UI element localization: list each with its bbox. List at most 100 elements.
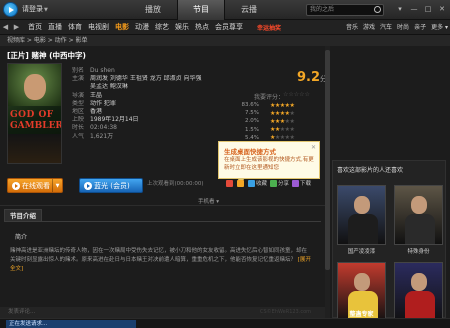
maximize-icon[interactable]: □ — [422, 3, 434, 15]
tooltip-close-icon[interactable]: ✕ — [311, 144, 316, 151]
info-key: 导演 — [72, 91, 85, 99]
nav-anime[interactable]: 动漫 — [135, 22, 149, 32]
menu-icon[interactable]: ▾ — [394, 3, 406, 15]
app-logo-icon[interactable] — [3, 2, 18, 17]
recommendation-caption[interactable]: 特殊身份 — [394, 247, 443, 255]
rating-percent: 1.5% — [245, 126, 259, 133]
recommendations-panel: 喜欢这部影片的人还喜欢 国产凌凌漆特殊身份整蛊专家整蛊专家省港旗兵系列 — [332, 160, 446, 328]
movie-poster[interactable]: GOD OF GAMBLERS — [7, 63, 62, 164]
info-row: 地区 香港 — [72, 108, 202, 116]
recommendation-poster[interactable] — [394, 262, 443, 322]
info-key: 上映 — [72, 116, 85, 124]
nav-variety[interactable]: 综艺 — [155, 22, 169, 32]
info-value[interactable]: 1,621万 — [90, 133, 113, 140]
rate-label: 我要评分： — [254, 94, 285, 101]
rating-row: 1.5% ★★★★★ — [231, 126, 316, 134]
poster-title-line-2: GAMBLERS — [10, 121, 61, 131]
breadcrumb[interactable]: 视频库 > 电影 > 动作 > 影单 — [0, 35, 450, 46]
info-key: 主演 — [72, 75, 85, 83]
nav-fashion[interactable]: 时尚 — [397, 22, 409, 31]
tab-programs[interactable]: 节目 — [177, 0, 225, 20]
nav-home[interactable]: 首页 — [28, 22, 42, 32]
info-key: 人气 — [72, 132, 85, 140]
info-value[interactable]: 周润发 刘德华 王祖贤 龙方 邱淑贞 向华强 张敏 — [90, 75, 202, 82]
rating-percent: 5.4% — [245, 134, 259, 141]
poster-face — [411, 196, 427, 214]
nav-vip[interactable]: 会员尊享 — [215, 22, 243, 32]
info-row: 类型 动作 犯罪 — [72, 100, 202, 108]
watermark: CS©EhWeR123.com — [260, 309, 312, 315]
rating-row: 7.5% ★★★★★ — [231, 109, 316, 117]
lottery-ad-link[interactable]: 幸运抽奖 — [257, 23, 281, 32]
desktop-shortcut-icon[interactable] — [226, 179, 233, 187]
recommendation-poster[interactable] — [394, 185, 443, 245]
synopsis-heading: 简介 — [15, 234, 28, 241]
nav-hot[interactable]: 热点 — [195, 22, 209, 32]
info-value[interactable]: Du shen — [90, 67, 115, 74]
watch-online-button[interactable]: 在线观看 ▼ — [7, 178, 63, 193]
chevron-down-icon[interactable]: ▼ — [52, 179, 62, 192]
info-value[interactable]: 香港 — [90, 108, 102, 115]
info-value[interactable]: 动作 犯罪 — [90, 100, 116, 107]
tab-program-intro[interactable]: 节目介绍 — [4, 209, 42, 221]
weibo-icon[interactable] — [237, 179, 244, 187]
nav-live[interactable]: 直播 — [48, 22, 62, 32]
info-value[interactable]: 王晶 — [90, 92, 102, 99]
favorite-button[interactable]: 收藏 — [248, 179, 267, 187]
nav-movies[interactable]: 电影 — [115, 22, 129, 32]
tab-play[interactable]: 播放 — [129, 0, 177, 20]
share-icon — [270, 180, 278, 187]
scrollbar-thumb[interactable] — [325, 50, 330, 270]
recommendation-caption[interactable]: 国产凌凌漆 — [337, 247, 386, 255]
shortcut-tooltip: 生成桌面快捷方式 在桌面上生成该影视的快捷方式,有更新时立即在这里通知您 ✕ — [218, 141, 320, 183]
back-arrow-icon[interactable]: ◀ — [0, 21, 11, 34]
info-row: 导演 王晶 — [72, 92, 202, 100]
rating-stars: ★★★★★ — [270, 126, 295, 134]
poster-figure — [348, 214, 378, 244]
download-button[interactable]: 下载 — [292, 179, 311, 187]
recommendation-poster[interactable]: 整蛊专家 — [337, 262, 386, 322]
rating-percent: 83.6% — [241, 102, 259, 109]
search-icon[interactable] — [374, 6, 381, 13]
forward-arrow-icon[interactable]: ▶ — [11, 21, 22, 34]
recommendations-grid: 国产凌凌漆特殊身份整蛊专家整蛊专家省港旗兵系列 — [337, 185, 443, 328]
search-input[interactable]: 我的之后 — [306, 4, 384, 16]
category-nav: ◀ ▶ 首页 直播 体育 电视剧 电影 动漫 综艺 娱乐 热点 会员尊享 幸运抽… — [0, 20, 450, 35]
rating-row: 2.0% ★★★★★ — [231, 117, 316, 125]
app-window: 请登录▼ 播放 节目 云播 我的之后 ▾ — □ ✕ ◀ ▶ 首页 直播 体育 … — [0, 0, 450, 328]
nav-music[interactable]: 音乐 — [346, 22, 358, 31]
poster-title: 整蛊专家 — [349, 311, 374, 318]
info-row: 吴孟达 鲍汉琳 — [72, 83, 202, 91]
poster-title-line-1: GOD OF — [10, 110, 54, 120]
info-row: 主演周润发 刘德华 王祖贤 龙方 邱淑贞 向华强 张敏 — [72, 75, 202, 83]
nav-games[interactable]: 游戏 — [363, 22, 375, 31]
chevron-down-icon: ▼ — [44, 7, 48, 13]
scrollbar[interactable] — [325, 46, 330, 318]
nav-more[interactable]: 更多 ▾ — [431, 22, 448, 31]
info-value[interactable]: 吴孟达 鲍汉琳 — [90, 83, 128, 90]
nav-cars[interactable]: 汽车 — [380, 22, 392, 31]
status-text: 正在发送请求... — [6, 320, 136, 328]
nav-entertainment[interactable]: 娱乐 — [175, 22, 189, 32]
play-icon — [12, 182, 20, 190]
nav-sports[interactable]: 体育 — [68, 22, 82, 32]
rating-percent: 2.0% — [245, 118, 259, 125]
bluray-vip-label: 蓝光 (会员) — [94, 182, 130, 190]
minimize-icon[interactable]: — — [408, 3, 420, 15]
nav-tv-series[interactable]: 电视剧 — [88, 22, 109, 32]
close-icon[interactable]: ✕ — [436, 3, 448, 15]
login-link[interactable]: 请登录▼ — [22, 4, 48, 14]
info-value[interactable]: 02:04:38 — [90, 124, 117, 131]
recommendation-item[interactable]: 国产凌凌漆 — [337, 185, 386, 255]
tab-cloud-play[interactable]: 云播 — [225, 0, 273, 20]
rate-stars-input[interactable]: ☆☆☆☆☆ — [283, 91, 310, 98]
recommendation-poster[interactable] — [337, 185, 386, 245]
info-value[interactable]: 1989年12月14日 — [90, 116, 139, 123]
bluray-vip-button[interactable]: 蓝光 (会员) — [79, 178, 143, 193]
recommendations-title: 喜欢这部影片的人还喜欢 — [337, 167, 404, 174]
share-button[interactable]: 分享 — [270, 179, 289, 187]
recommendation-item[interactable]: 特殊身份 — [394, 185, 443, 255]
watch-on-phone-link[interactable]: 手机看 ▾ — [198, 197, 219, 205]
nav-parenting[interactable]: 亲子 — [414, 22, 426, 31]
info-key: 地区 — [72, 107, 85, 115]
